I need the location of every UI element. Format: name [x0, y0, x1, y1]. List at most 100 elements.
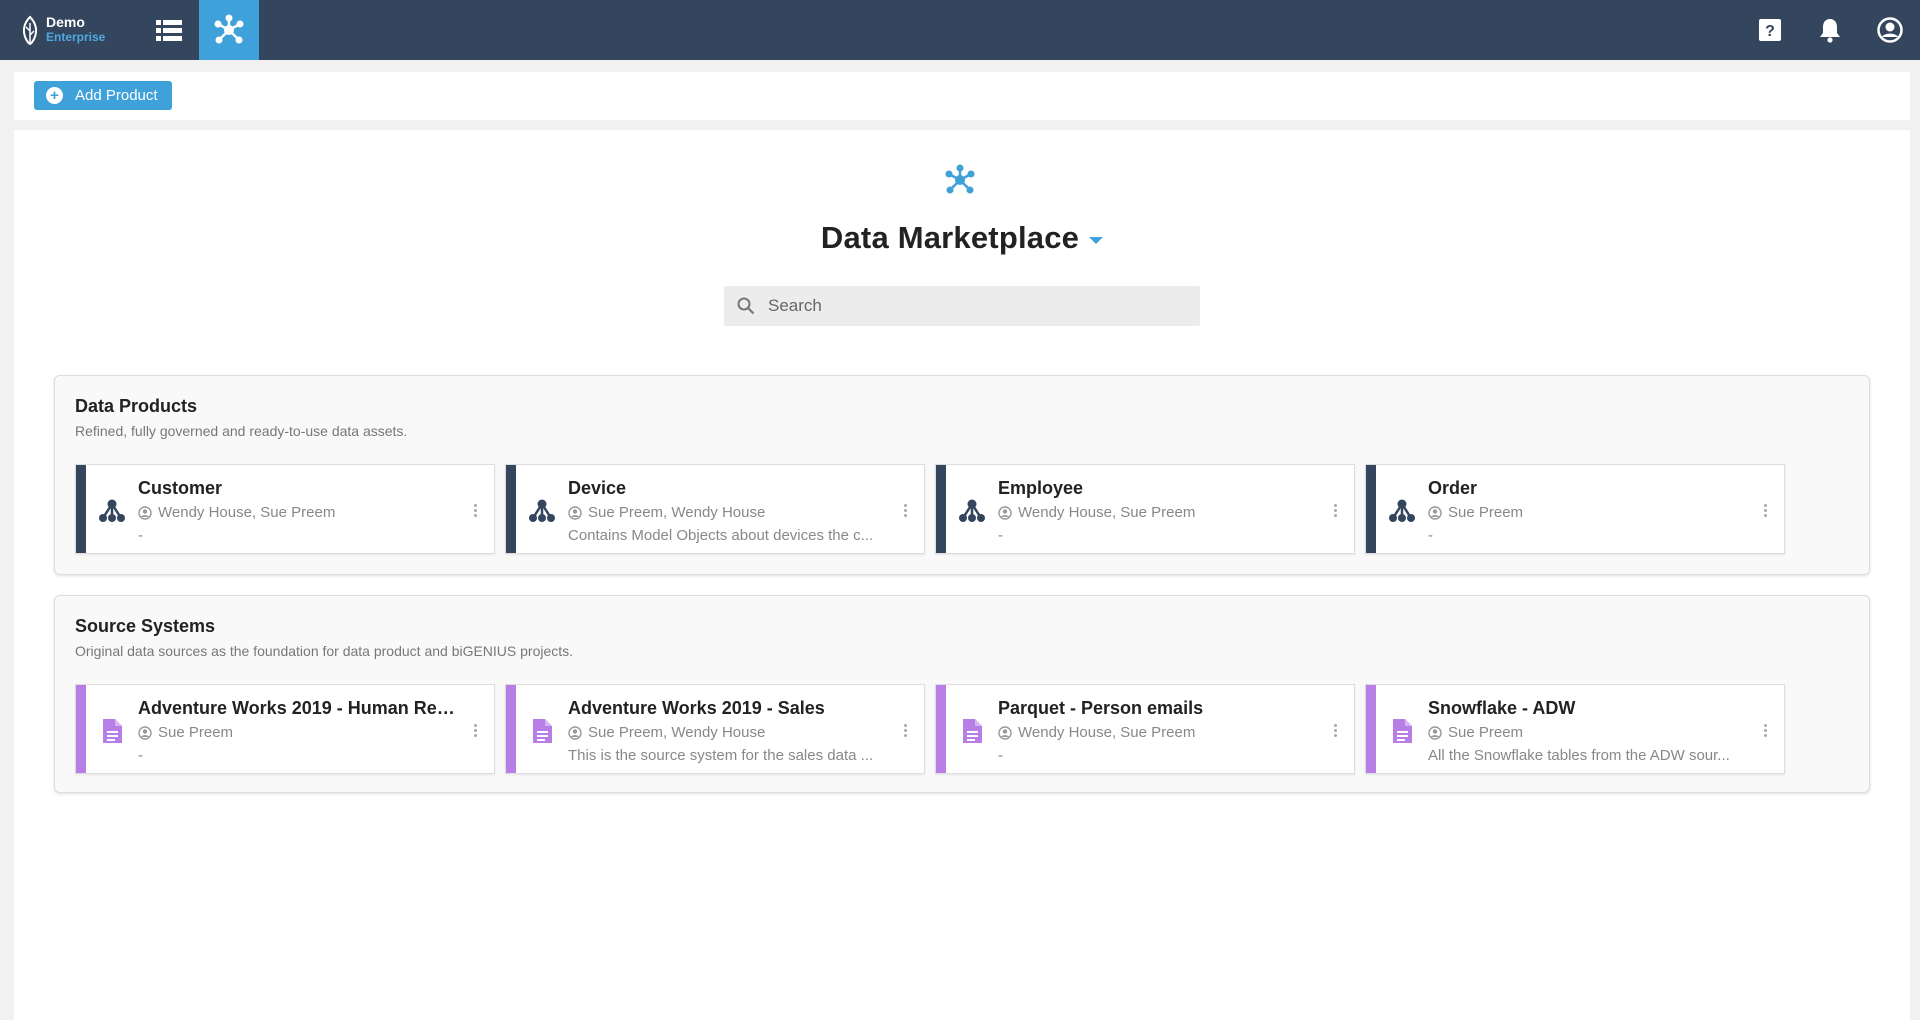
user-circle-icon	[568, 505, 582, 520]
card-owners: Wendy House, Sue Preem	[998, 504, 1195, 521]
card-title: Snowflake - ADW	[1428, 698, 1576, 718]
search-box	[724, 286, 1200, 326]
brand-edition: Enterprise	[46, 30, 106, 44]
brand-name: Demo	[46, 14, 85, 30]
model-tree-icon	[98, 497, 126, 525]
top-bar: Demo Enterprise ?	[0, 0, 1920, 60]
source-card[interactable]: Adventure Works 2019 - Human Reso... Sue…	[75, 684, 495, 774]
card-title: Adventure Works 2019 - Human Reso...	[138, 698, 458, 718]
user-circle-icon	[568, 725, 582, 740]
plus-circle-icon: +	[46, 87, 63, 104]
card-more-menu-icon[interactable]	[1330, 717, 1340, 743]
card-accent-bar	[506, 685, 516, 773]
card-title: Device	[568, 478, 627, 498]
card-more-menu-icon[interactable]	[470, 497, 480, 523]
source-card[interactable]: Adventure Works 2019 - Sales Sue Preem, …	[505, 684, 925, 774]
notifications-button[interactable]	[1800, 0, 1860, 60]
card-description: -	[998, 527, 1003, 544]
data-products-section: Data Products Refined, fully governed an…	[54, 375, 1870, 575]
title-dropdown-caret-icon[interactable]	[1089, 236, 1104, 244]
action-toolbar: + Add Product	[14, 72, 1910, 120]
add-product-label: Add Product	[75, 87, 158, 104]
add-product-button[interactable]: + Add Product	[34, 81, 172, 110]
product-card[interactable]: Order Sue Preem -	[1365, 464, 1785, 554]
marketplace-panel: Data Marketplace Data Products Refined, …	[14, 130, 1910, 1020]
marketplace-network-icon	[945, 164, 975, 194]
card-owners: Sue Preem	[1428, 724, 1523, 741]
card-owners-text: Wendy House, Sue Preem	[158, 504, 336, 521]
card-owners: Sue Preem	[138, 724, 233, 741]
search-input[interactable]	[768, 296, 1188, 316]
model-tree-icon	[1388, 497, 1416, 525]
document-icon	[958, 717, 986, 745]
section-title: Data Products	[75, 396, 198, 416]
document-icon	[1388, 717, 1416, 745]
card-more-menu-icon[interactable]	[900, 717, 910, 743]
card-title: Employee	[998, 478, 1084, 498]
user-circle-icon	[998, 505, 1012, 520]
card-owners-text: Sue Preem	[1448, 504, 1524, 521]
card-accent-bar	[936, 465, 946, 553]
card-description: Contains Model Objects about devices the…	[568, 527, 874, 544]
card-more-menu-icon[interactable]	[1760, 497, 1770, 523]
user-account-button[interactable]	[1860, 0, 1920, 60]
card-more-menu-icon[interactable]	[1760, 717, 1770, 743]
user-circle-icon	[1428, 725, 1442, 740]
card-owners-text: Sue Preem	[1448, 724, 1524, 741]
card-owners-text: Sue Preem	[158, 724, 234, 741]
user-circle-icon	[138, 725, 152, 740]
card-owners-text: Sue Preem, Wendy House	[588, 724, 766, 741]
nav-list-button[interactable]	[139, 0, 199, 60]
card-owners: Sue Preem, Wendy House	[568, 724, 765, 741]
source-card[interactable]: Parquet - Person emails Wendy House, Sue…	[935, 684, 1355, 774]
user-circle-icon	[1428, 505, 1442, 520]
brand-logo-icon	[22, 15, 38, 46]
card-owners-text: Wendy House, Sue Preem	[1018, 504, 1196, 521]
card-description: -	[998, 747, 1003, 764]
product-card[interactable]: Employee Wendy House, Sue Preem -	[935, 464, 1355, 554]
document-icon	[528, 717, 556, 745]
help-icon: ?	[1759, 19, 1781, 41]
section-description: Refined, fully governed and ready-to-use…	[75, 423, 408, 439]
card-owners: Sue Preem	[1428, 504, 1523, 521]
card-description: -	[138, 527, 143, 544]
card-more-menu-icon[interactable]	[470, 717, 480, 743]
card-description: -	[138, 747, 143, 764]
card-accent-bar	[76, 465, 86, 553]
page-title: Data Marketplace	[820, 220, 1080, 255]
user-circle-icon	[998, 725, 1012, 740]
card-accent-bar	[506, 465, 516, 553]
source-systems-section: Source Systems Original data sources as …	[54, 595, 1870, 793]
source-card[interactable]: Snowflake - ADW Sue Preem All the Snowfl…	[1365, 684, 1785, 774]
svg-text:?: ?	[1765, 23, 1775, 40]
user-circle-icon	[138, 505, 152, 520]
section-title: Source Systems	[75, 616, 216, 636]
product-card[interactable]: Customer Wendy House, Sue Preem -	[75, 464, 495, 554]
user-avatar-icon	[1877, 17, 1903, 43]
card-title: Parquet - Person emails	[998, 698, 1204, 718]
help-button[interactable]: ?	[1740, 0, 1800, 60]
model-tree-icon	[528, 497, 556, 525]
card-accent-bar	[1366, 685, 1376, 773]
card-description: All the Snowflake tables from the ADW so…	[1428, 747, 1730, 764]
card-accent-bar	[1366, 465, 1376, 553]
card-title: Order	[1428, 478, 1478, 498]
card-owners-text: Wendy House, Sue Preem	[1018, 724, 1196, 741]
card-accent-bar	[76, 685, 86, 773]
brand-logo-link[interactable]: Demo Enterprise	[18, 12, 105, 48]
card-description: -	[1428, 527, 1433, 544]
card-more-menu-icon[interactable]	[1330, 497, 1340, 523]
card-accent-bar	[936, 685, 946, 773]
search-icon	[737, 297, 755, 315]
model-tree-icon	[958, 497, 986, 525]
card-owners: Wendy House, Sue Preem	[998, 724, 1195, 741]
card-more-menu-icon[interactable]	[900, 497, 910, 523]
document-icon	[98, 717, 126, 745]
nav-marketplace-button[interactable]	[199, 0, 259, 60]
card-owners-text: Sue Preem, Wendy House	[588, 504, 766, 521]
marketplace-network-icon	[214, 14, 244, 44]
card-description: This is the source system for the sales …	[568, 747, 874, 764]
list-icon	[156, 20, 182, 41]
bell-icon	[1820, 19, 1840, 43]
product-card[interactable]: Device Sue Preem, Wendy House Contains M…	[505, 464, 925, 554]
